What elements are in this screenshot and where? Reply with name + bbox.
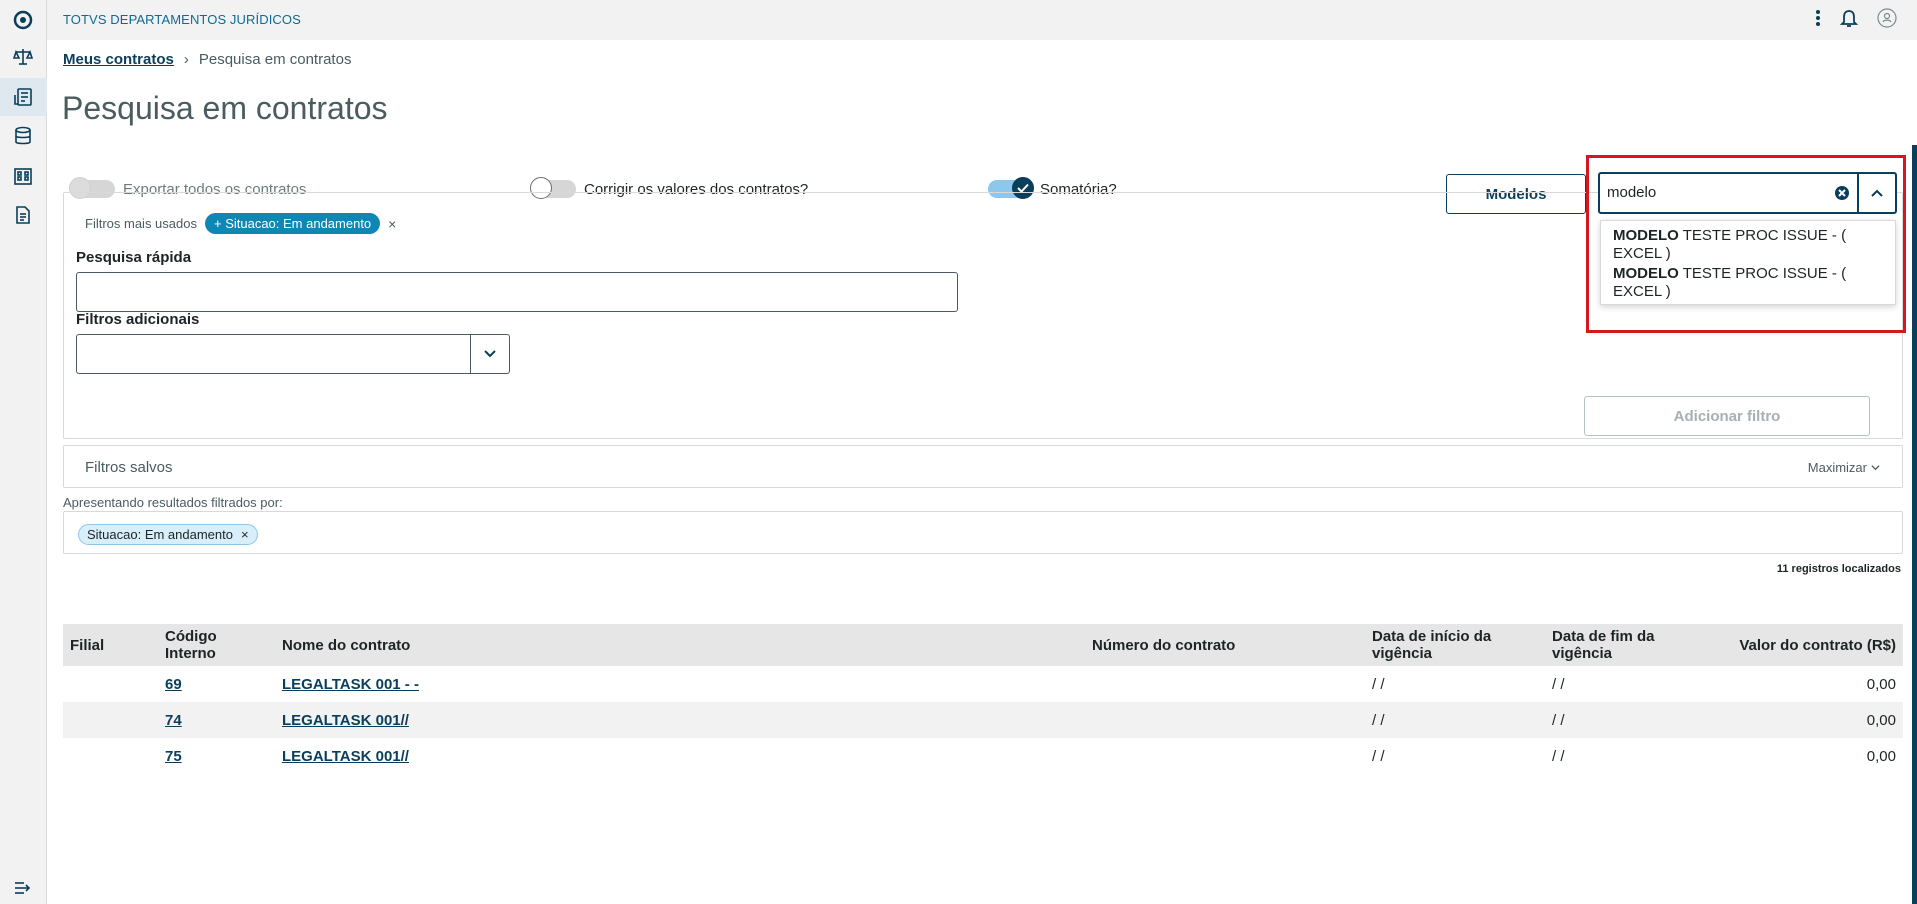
cell-fim: / /	[1545, 702, 1725, 738]
cell-codigo-link[interactable]: 75	[165, 748, 182, 765]
active-filter-chip-remove[interactable]: ×	[241, 527, 249, 542]
cell-nome-link[interactable]: LEGALTASK 001//	[282, 712, 409, 729]
contracts-icon[interactable]	[12, 86, 34, 108]
cell-filial	[63, 666, 158, 702]
user-avatar-icon[interactable]	[1877, 8, 1897, 33]
quick-search-input[interactable]	[76, 272, 958, 312]
collapse-menu-icon[interactable]	[12, 877, 34, 899]
contracts-table: Filial Código Interno Nome do contrato N…	[63, 624, 1903, 774]
active-filter-chip: Situacao: Em andamento ×	[78, 524, 258, 545]
breadcrumb-current: Pesquisa em contratos	[198, 51, 352, 68]
quick-search-label: Pesquisa rápida	[76, 249, 192, 266]
most-used-filters: Filtros mais usados + Situacao: Em andam…	[85, 213, 396, 234]
maximize-label: Maximizar	[1807, 460, 1867, 475]
document-icon[interactable]	[12, 204, 34, 226]
chevron-down-icon	[1871, 460, 1880, 475]
results-label: Apresentando resultados filtrados por:	[63, 495, 283, 510]
cell-codigo-link[interactable]: 69	[165, 676, 182, 693]
top-bar: TOTVS DEPARTAMENTOS JURÍDICOS	[47, 0, 1917, 40]
building-icon[interactable]	[12, 165, 34, 187]
cell-inicio: / /	[1372, 747, 1385, 765]
cell-valor: 0,00	[1866, 675, 1896, 693]
maximize-button[interactable]: Maximizar	[1808, 460, 1880, 475]
header-codigo[interactable]: Código Interno	[158, 624, 275, 666]
cell-valor: 0,00	[1866, 747, 1896, 765]
active-filters-box: Situacao: Em andamento ×	[63, 511, 1903, 554]
saved-filters-panel[interactable]: Filtros salvos Maximizar	[63, 445, 1903, 488]
cell-valor: 0,00	[1725, 702, 1903, 738]
model-option[interactable]: MODELO TESTE PROC ISSUE - ( EXCEL )	[1613, 227, 1883, 263]
header-nome[interactable]: Nome do contrato	[275, 624, 1085, 666]
breadcrumb: Meus contratos › Pesquisa em contratos	[63, 51, 351, 68]
logo-icon[interactable]	[12, 9, 34, 31]
model-option[interactable]: MODELO TESTE PROC ISSUE - ( EXCEL )	[1613, 265, 1883, 301]
model-search-input[interactable]: modelo	[1600, 174, 1827, 212]
clear-icon[interactable]	[1827, 174, 1857, 212]
cell-numero	[1085, 666, 1365, 702]
page-title: Pesquisa em contratos	[62, 90, 388, 126]
scrollbar[interactable]	[1912, 145, 1917, 904]
header-numero[interactable]: Número do contrato	[1085, 624, 1365, 666]
chevron-up-icon[interactable]	[1857, 174, 1895, 212]
main-content: Meus contratos › Pesquisa em contratos P…	[47, 40, 1917, 904]
balance-scale-icon[interactable]	[12, 46, 34, 68]
cell-nome-link[interactable]: LEGALTASK 001//	[282, 748, 409, 765]
add-filter-button[interactable]: Adicionar filtro	[1584, 396, 1870, 436]
table-header-row: Filial Código Interno Nome do contrato N…	[63, 624, 1903, 666]
results-count: 11 registros localizados	[1776, 563, 1901, 575]
table-row[interactable]: 69 LEGALTASK 001 - - / / / / 0,00	[63, 666, 1903, 702]
more-options-icon[interactable]	[1815, 9, 1821, 32]
breadcrumb-separator: ›	[183, 51, 189, 68]
header-valor[interactable]: Valor do contrato (R$)	[1725, 624, 1903, 666]
model-search-combo[interactable]: modelo	[1598, 172, 1897, 214]
cell-filial	[63, 738, 158, 774]
model-search-dropdown: MODELO TESTE PROC ISSUE - ( EXCEL ) MODE…	[1600, 220, 1896, 305]
saved-filters-title: Filtros salvos	[85, 459, 173, 476]
cell-numero	[1085, 738, 1365, 774]
most-used-chip[interactable]: + Situacao: Em andamento	[204, 213, 381, 234]
header-filial[interactable]: Filial	[63, 624, 158, 666]
database-icon[interactable]	[12, 125, 34, 147]
sidebar	[0, 0, 47, 904]
most-used-chip-remove[interactable]: ×	[388, 216, 396, 232]
cell-inicio: / /	[1365, 702, 1545, 738]
additional-filters-label: Filtros adicionais	[76, 311, 200, 328]
notifications-bell-icon[interactable]	[1839, 8, 1859, 33]
cell-fim: / /	[1552, 747, 1565, 765]
table-row[interactable]: 74 LEGALTASK 001// / / / / 0,00	[63, 702, 1903, 738]
cell-nome-link[interactable]: LEGALTASK 001 - -	[282, 676, 419, 693]
breadcrumb-link-meus-contratos[interactable]: Meus contratos	[63, 51, 174, 68]
active-filter-chip-label: Situacao: Em andamento	[87, 527, 233, 542]
cell-fim: / /	[1552, 675, 1565, 693]
chevron-down-icon[interactable]	[483, 347, 497, 366]
table-row[interactable]: 75 LEGALTASK 001// / / / / 0,00	[63, 738, 1903, 774]
header-fim[interactable]: Data de fim da vigência	[1545, 624, 1725, 666]
cell-filial	[63, 702, 158, 738]
cell-codigo-link[interactable]: 74	[165, 712, 182, 729]
additional-filters-select[interactable]	[76, 334, 510, 374]
cell-numero	[1085, 702, 1365, 738]
most-used-label: Filtros mais usados	[85, 216, 197, 231]
app-title: TOTVS DEPARTAMENTOS JURÍDICOS	[63, 12, 301, 27]
header-inicio[interactable]: Data de início da vigência	[1365, 624, 1545, 666]
cell-inicio: / /	[1372, 675, 1385, 693]
